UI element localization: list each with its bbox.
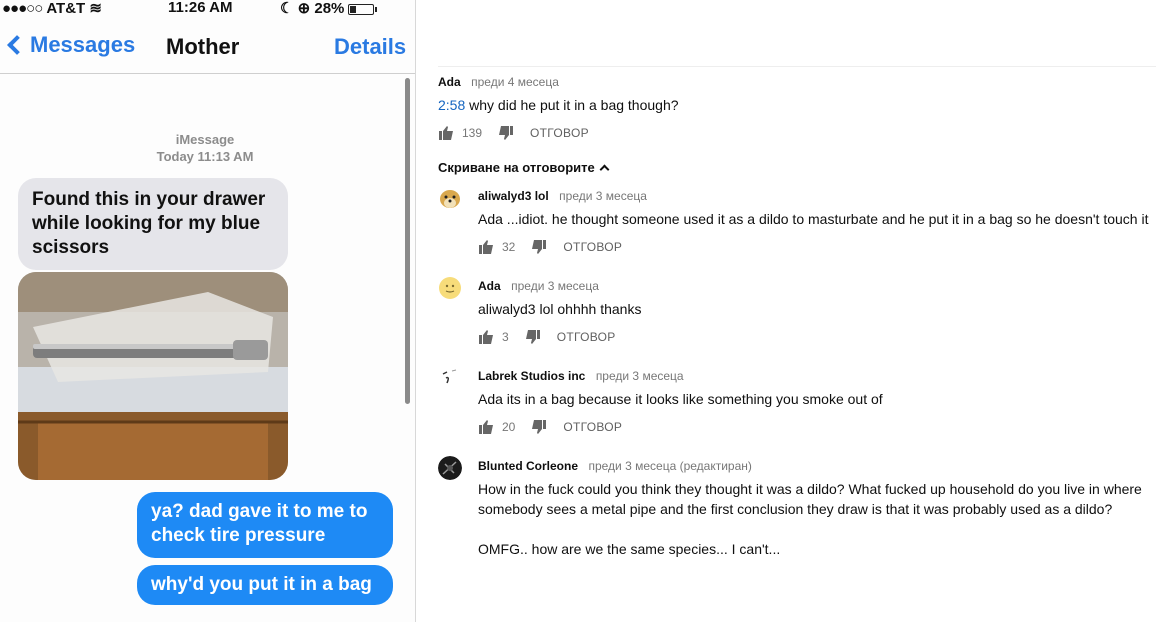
- logo-avatar[interactable]: [438, 366, 462, 390]
- conversation-navbar: Messages Mother Details: [0, 22, 415, 74]
- reply-time[interactable]: преди 3 месеца: [596, 369, 684, 383]
- reply-time[interactable]: преди 3 месеца: [511, 279, 599, 293]
- back-button[interactable]: Messages: [6, 32, 135, 58]
- reply-button[interactable]: ОТГОВОР: [563, 240, 622, 254]
- outgoing-message: why'd you put it in a bag: [137, 565, 393, 605]
- outgoing-message: ya? dad gave it to me to check tire pres…: [137, 492, 393, 558]
- carrier: ●●●○○ AT&T ≋: [2, 0, 102, 17]
- divider: [438, 66, 1156, 67]
- thumbs-up-icon[interactable]: [478, 419, 494, 435]
- reply: Blunted Corleone преди 3 месеца (редакти…: [478, 457, 1156, 559]
- hide-replies-button[interactable]: Скриване на отговорите: [438, 160, 610, 175]
- thumbs-up-icon[interactable]: [478, 239, 494, 255]
- doge-avatar[interactable]: [438, 186, 462, 210]
- like-count: 139: [462, 126, 483, 140]
- reply-text-line: OMFG.. how are we the same species... I …: [478, 541, 781, 557]
- like-count: 32: [502, 240, 516, 254]
- chevron-up-icon: [599, 164, 610, 175]
- reply-text: aliwalyd3 lol ohhhh thanks: [478, 301, 642, 317]
- comment-author[interactable]: Ada: [438, 75, 461, 89]
- reply-author[interactable]: Labrek Studios inc: [478, 369, 585, 383]
- smiley-avatar[interactable]: [438, 276, 462, 300]
- reply-text-line: How in the fuck could you think they tho…: [478, 481, 1142, 497]
- reply-time[interactable]: преди 3 месеца: [559, 189, 647, 203]
- reply-text: Ada ...idiot. he thought someone used it…: [478, 211, 1149, 227]
- comment-actions: 139 ОТГОВОР: [438, 125, 1138, 141]
- like-count: 3: [502, 330, 509, 344]
- signal-icon: ●●●○○: [2, 0, 43, 17]
- reply-actions: 3 ОТГОВОР: [478, 329, 1156, 345]
- thumbs-down-icon[interactable]: [498, 125, 514, 141]
- comment-time[interactable]: преди 4 месеца: [471, 75, 559, 89]
- reply-author[interactable]: Blunted Corleone: [478, 459, 578, 473]
- timestamp-link[interactable]: 2:58: [438, 97, 465, 113]
- contact-name: Mother: [166, 34, 240, 59]
- phone-screenshot: ●●●○○ AT&T ≋ 11:26 AM ☾ ⊕ 28% Messages Mo…: [0, 0, 416, 622]
- back-label: Messages: [30, 32, 136, 57]
- reply: Labrek Studios inc преди 3 месеца Ada it…: [478, 367, 1156, 435]
- comment-text: 2:58 why did he put it in a bag though?: [438, 97, 679, 113]
- scrollbar[interactable]: [405, 78, 410, 404]
- comments-section: Ada преди 4 месеца 2:58 why did he put i…: [416, 0, 1156, 622]
- thumbs-down-icon[interactable]: [531, 239, 547, 255]
- dark-avatar[interactable]: [438, 456, 462, 480]
- thumbs-up-icon[interactable]: [438, 125, 454, 141]
- wifi-icon: ≋: [89, 0, 102, 17]
- reply: aliwalyd3 lol преди 3 месеца Ada ...idio…: [478, 187, 1156, 255]
- reply-text-line: somebody sees a metal pipe and the first…: [478, 501, 1113, 517]
- reply-actions: 20 ОТГОВОР: [478, 419, 1156, 435]
- reply: Ada преди 3 месеца aliwalyd3 lol ohhhh t…: [478, 277, 1156, 345]
- thumbs-down-icon[interactable]: [531, 419, 547, 435]
- message-photo: [18, 272, 288, 480]
- reply-time[interactable]: преди 3 месеца (редактиран): [588, 459, 751, 473]
- hide-replies-label: Скриване на отговорите: [438, 160, 595, 175]
- comment: Ada преди 4 месеца 2:58 why did he put i…: [438, 73, 1138, 141]
- thumbs-down-icon[interactable]: [525, 329, 541, 345]
- reply-button[interactable]: ОТГОВОР: [530, 126, 589, 140]
- reply-button[interactable]: ОТГОВОР: [557, 330, 616, 344]
- reply-text: How in the fuck could you think they tho…: [478, 479, 1156, 559]
- status-bar: ●●●○○ AT&T ≋ 11:26 AM ☾ ⊕ 28%: [0, 0, 415, 18]
- message-date: Today 11:13 AM: [156, 149, 254, 164]
- reply-text: Ada its in a bag because it looks like s…: [478, 391, 883, 407]
- details-button[interactable]: Details: [334, 34, 406, 60]
- reply-button[interactable]: ОТГОВОР: [563, 420, 622, 434]
- reply-actions: 32 ОТГОВОР: [478, 239, 1156, 255]
- battery-status: ☾ ⊕ 28%: [280, 0, 378, 17]
- imessage-label: iMessage: [175, 132, 235, 147]
- incoming-message: Found this in your drawer while looking …: [18, 178, 288, 270]
- thumbs-up-icon[interactable]: [478, 329, 494, 345]
- status-time: 11:26 AM: [168, 0, 233, 16]
- chevron-left-icon: [7, 35, 27, 55]
- reply-author[interactable]: aliwalyd3 lol: [478, 189, 549, 203]
- like-count: 20: [502, 420, 516, 434]
- reply-author[interactable]: Ada: [478, 279, 501, 293]
- battery-icon: [348, 3, 378, 15]
